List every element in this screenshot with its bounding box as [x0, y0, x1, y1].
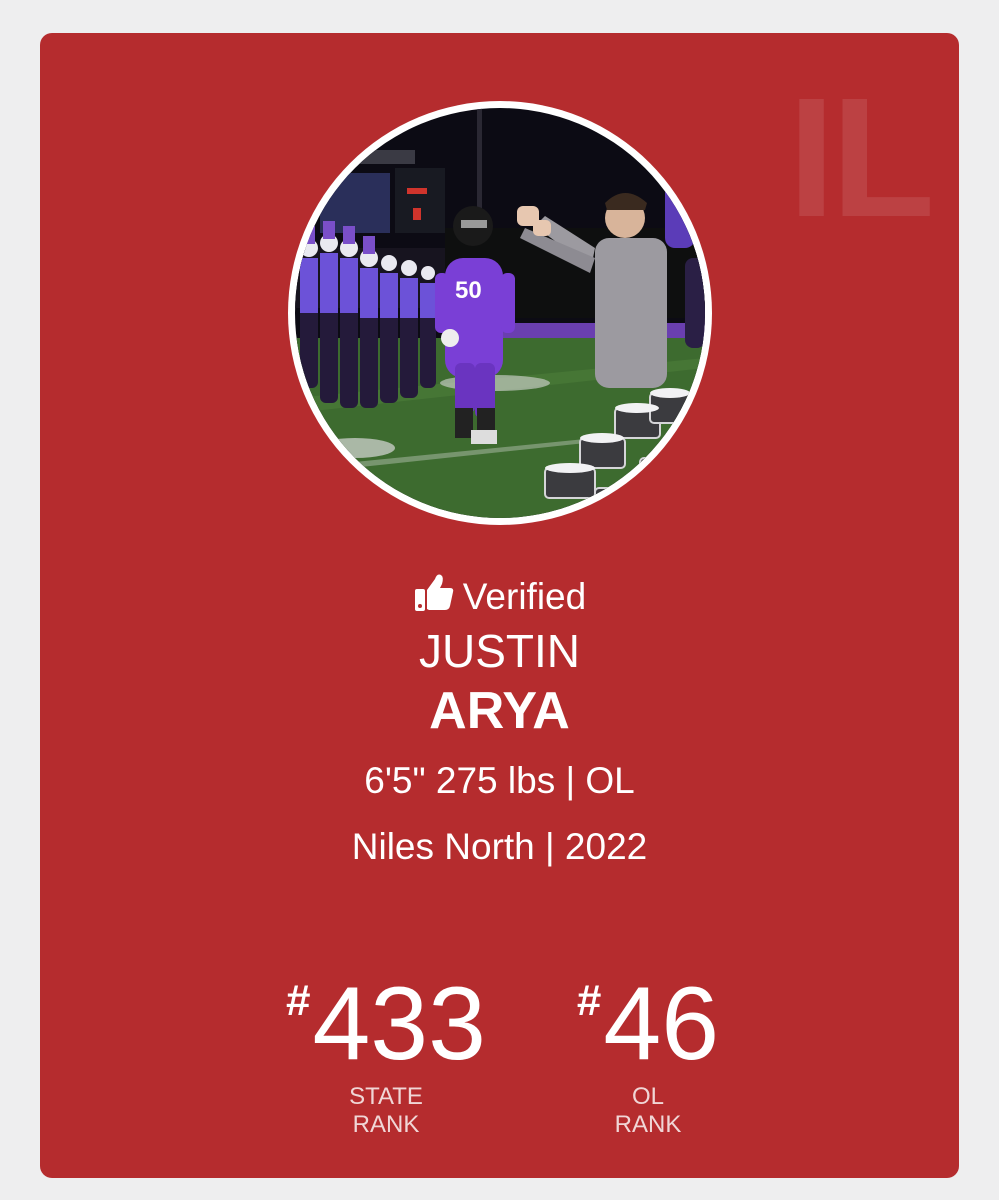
position-rank-label-line2: RANK	[614, 1111, 682, 1138]
state-rank-value: 433	[312, 966, 486, 1082]
state-rank-label-line1: STATE	[349, 1083, 423, 1110]
state-rank-label-line2: RANK	[352, 1111, 420, 1138]
state-rank-hash: #	[285, 976, 311, 1025]
position-rank: #46 OL RANK	[568, 943, 728, 1138]
player-card: IL 50 Verified JUSTIN ARYA 6'5" 275 lbs …	[40, 33, 959, 1178]
avatar[interactable]: 50	[295, 108, 705, 518]
position-rank-value-row: #46	[568, 943, 728, 1082]
state-rank-value-row: #433	[278, 943, 494, 1082]
state-watermark: IL	[787, 63, 935, 253]
player-measurements: 6'5" 275 lbs | OL	[364, 760, 635, 801]
state-rank: #433 STATE RANK	[278, 943, 494, 1138]
position-rank-hash: #	[576, 976, 602, 1025]
player-first-name: JUSTIN	[419, 625, 580, 677]
position-rank-value: 46	[603, 966, 720, 1082]
verified-status: Verified	[40, 571, 959, 625]
svg-text:50: 50	[455, 277, 482, 304]
avatar-frame: 50	[288, 101, 712, 525]
player-profile-photo: 50	[295, 108, 705, 518]
player-school-class: Niles North | 2022	[351, 826, 648, 867]
thumbs-up-icon	[413, 571, 455, 625]
player-last-name: ARYA	[429, 682, 570, 740]
position-rank-label-line1: OL	[631, 1083, 664, 1110]
verified-label: Verified	[462, 576, 587, 617]
